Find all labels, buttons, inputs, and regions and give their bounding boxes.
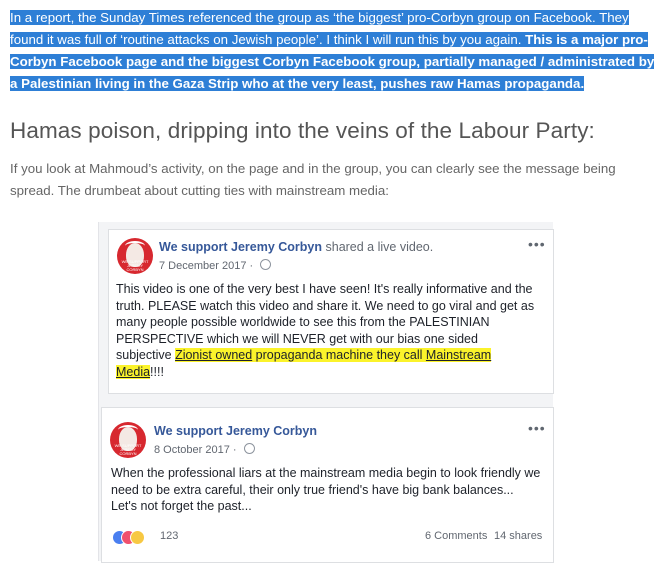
more-options-icon[interactable]: ••• — [528, 236, 546, 252]
post1-text: This video is one of the very best I hav… — [116, 281, 536, 380]
post1-link-zionist[interactable]: Zionist owned — [175, 348, 252, 362]
post1-date-text[interactable]: 7 December 2017 · — [159, 260, 256, 272]
post1-action: shared a live video. — [322, 240, 434, 254]
globe-icon — [260, 259, 272, 270]
post1-text-end: !!!! — [150, 364, 164, 379]
post2-date-text[interactable]: 8 October 2017 · — [154, 444, 240, 456]
page-avatar[interactable]: WE SUPPORT JEREMY CORBYN — [110, 422, 146, 458]
post2-text: When the professional liars at the mains… — [111, 466, 541, 513]
haha-reaction-icon — [130, 530, 145, 545]
post1-author-name[interactable]: We support Jeremy Corbyn — [159, 240, 322, 254]
shares-count[interactable]: 14 shares — [494, 530, 542, 542]
intro-paragraph: If you look at Mahmoud’s activity, on th… — [10, 161, 616, 198]
more-options-icon[interactable]: ••• — [528, 420, 546, 436]
post1-author[interactable]: We support Jeremy Corbyn shared a live v… — [159, 240, 433, 254]
reaction-count[interactable]: 123 — [160, 530, 178, 542]
page-avatar[interactable]: WE SUPPORT JEREMY CORBYN — [117, 238, 153, 274]
section-heading: Hamas poison, dripping into the veins of… — [10, 118, 595, 143]
post2-author[interactable]: We support Jeremy Corbyn — [154, 424, 317, 438]
selected-text-block: In a report, the Sunday Times referenced… — [10, 7, 655, 95]
post1-date[interactable]: 7 December 2017 · — [159, 259, 272, 272]
comments-count[interactable]: 6 Comments — [425, 530, 487, 542]
post1-text-mid: propaganda machine they call — [252, 348, 426, 362]
post2-date[interactable]: 8 October 2017 · — [154, 443, 255, 456]
globe-icon — [243, 443, 255, 454]
